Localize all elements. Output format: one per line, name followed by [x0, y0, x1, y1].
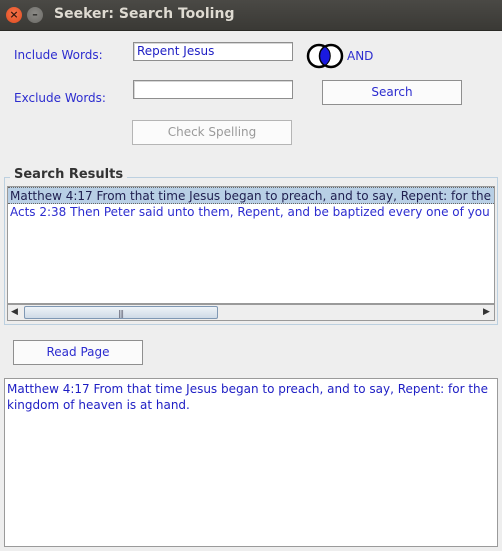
- search-button[interactable]: Search: [322, 80, 462, 105]
- results-list[interactable]: Matthew 4:17 From that time Jesus began …: [7, 186, 495, 304]
- list-item[interactable]: Acts 2:38 Then Peter said unto them, Rep…: [8, 204, 494, 221]
- and-mode-label: AND: [347, 49, 374, 63]
- include-words-input[interactable]: Repent Jesus: [133, 42, 293, 61]
- search-results-title: Search Results: [10, 167, 128, 182]
- close-icon[interactable]: ×: [6, 7, 22, 23]
- include-words-label: Include Words:: [14, 48, 103, 62]
- title-bar: × – Seeker: Search Tooling: [0, 0, 502, 31]
- window-title: Seeker: Search Tooling: [54, 6, 235, 22]
- horizontal-scrollbar[interactable]: ◀ ||| ▶: [7, 304, 495, 321]
- and-venn-icon[interactable]: [306, 43, 344, 69]
- exclude-words-label: Exclude Words:: [14, 91, 106, 105]
- reader-text: Matthew 4:17 From that time Jesus began …: [7, 382, 489, 412]
- scroll-left-icon[interactable]: ◀: [11, 307, 18, 317]
- check-spelling-button[interactable]: Check Spelling: [132, 120, 292, 145]
- grip-icon: |||: [118, 309, 124, 318]
- reader-text-area[interactable]: Matthew 4:17 From that time Jesus began …: [4, 378, 498, 547]
- scroll-thumb[interactable]: |||: [24, 306, 218, 319]
- scroll-right-icon[interactable]: ▶: [483, 307, 490, 317]
- minimize-icon[interactable]: –: [27, 7, 43, 23]
- exclude-words-input[interactable]: [133, 80, 293, 99]
- read-page-button[interactable]: Read Page: [13, 340, 143, 365]
- list-item[interactable]: Matthew 4:17 From that time Jesus began …: [8, 187, 494, 204]
